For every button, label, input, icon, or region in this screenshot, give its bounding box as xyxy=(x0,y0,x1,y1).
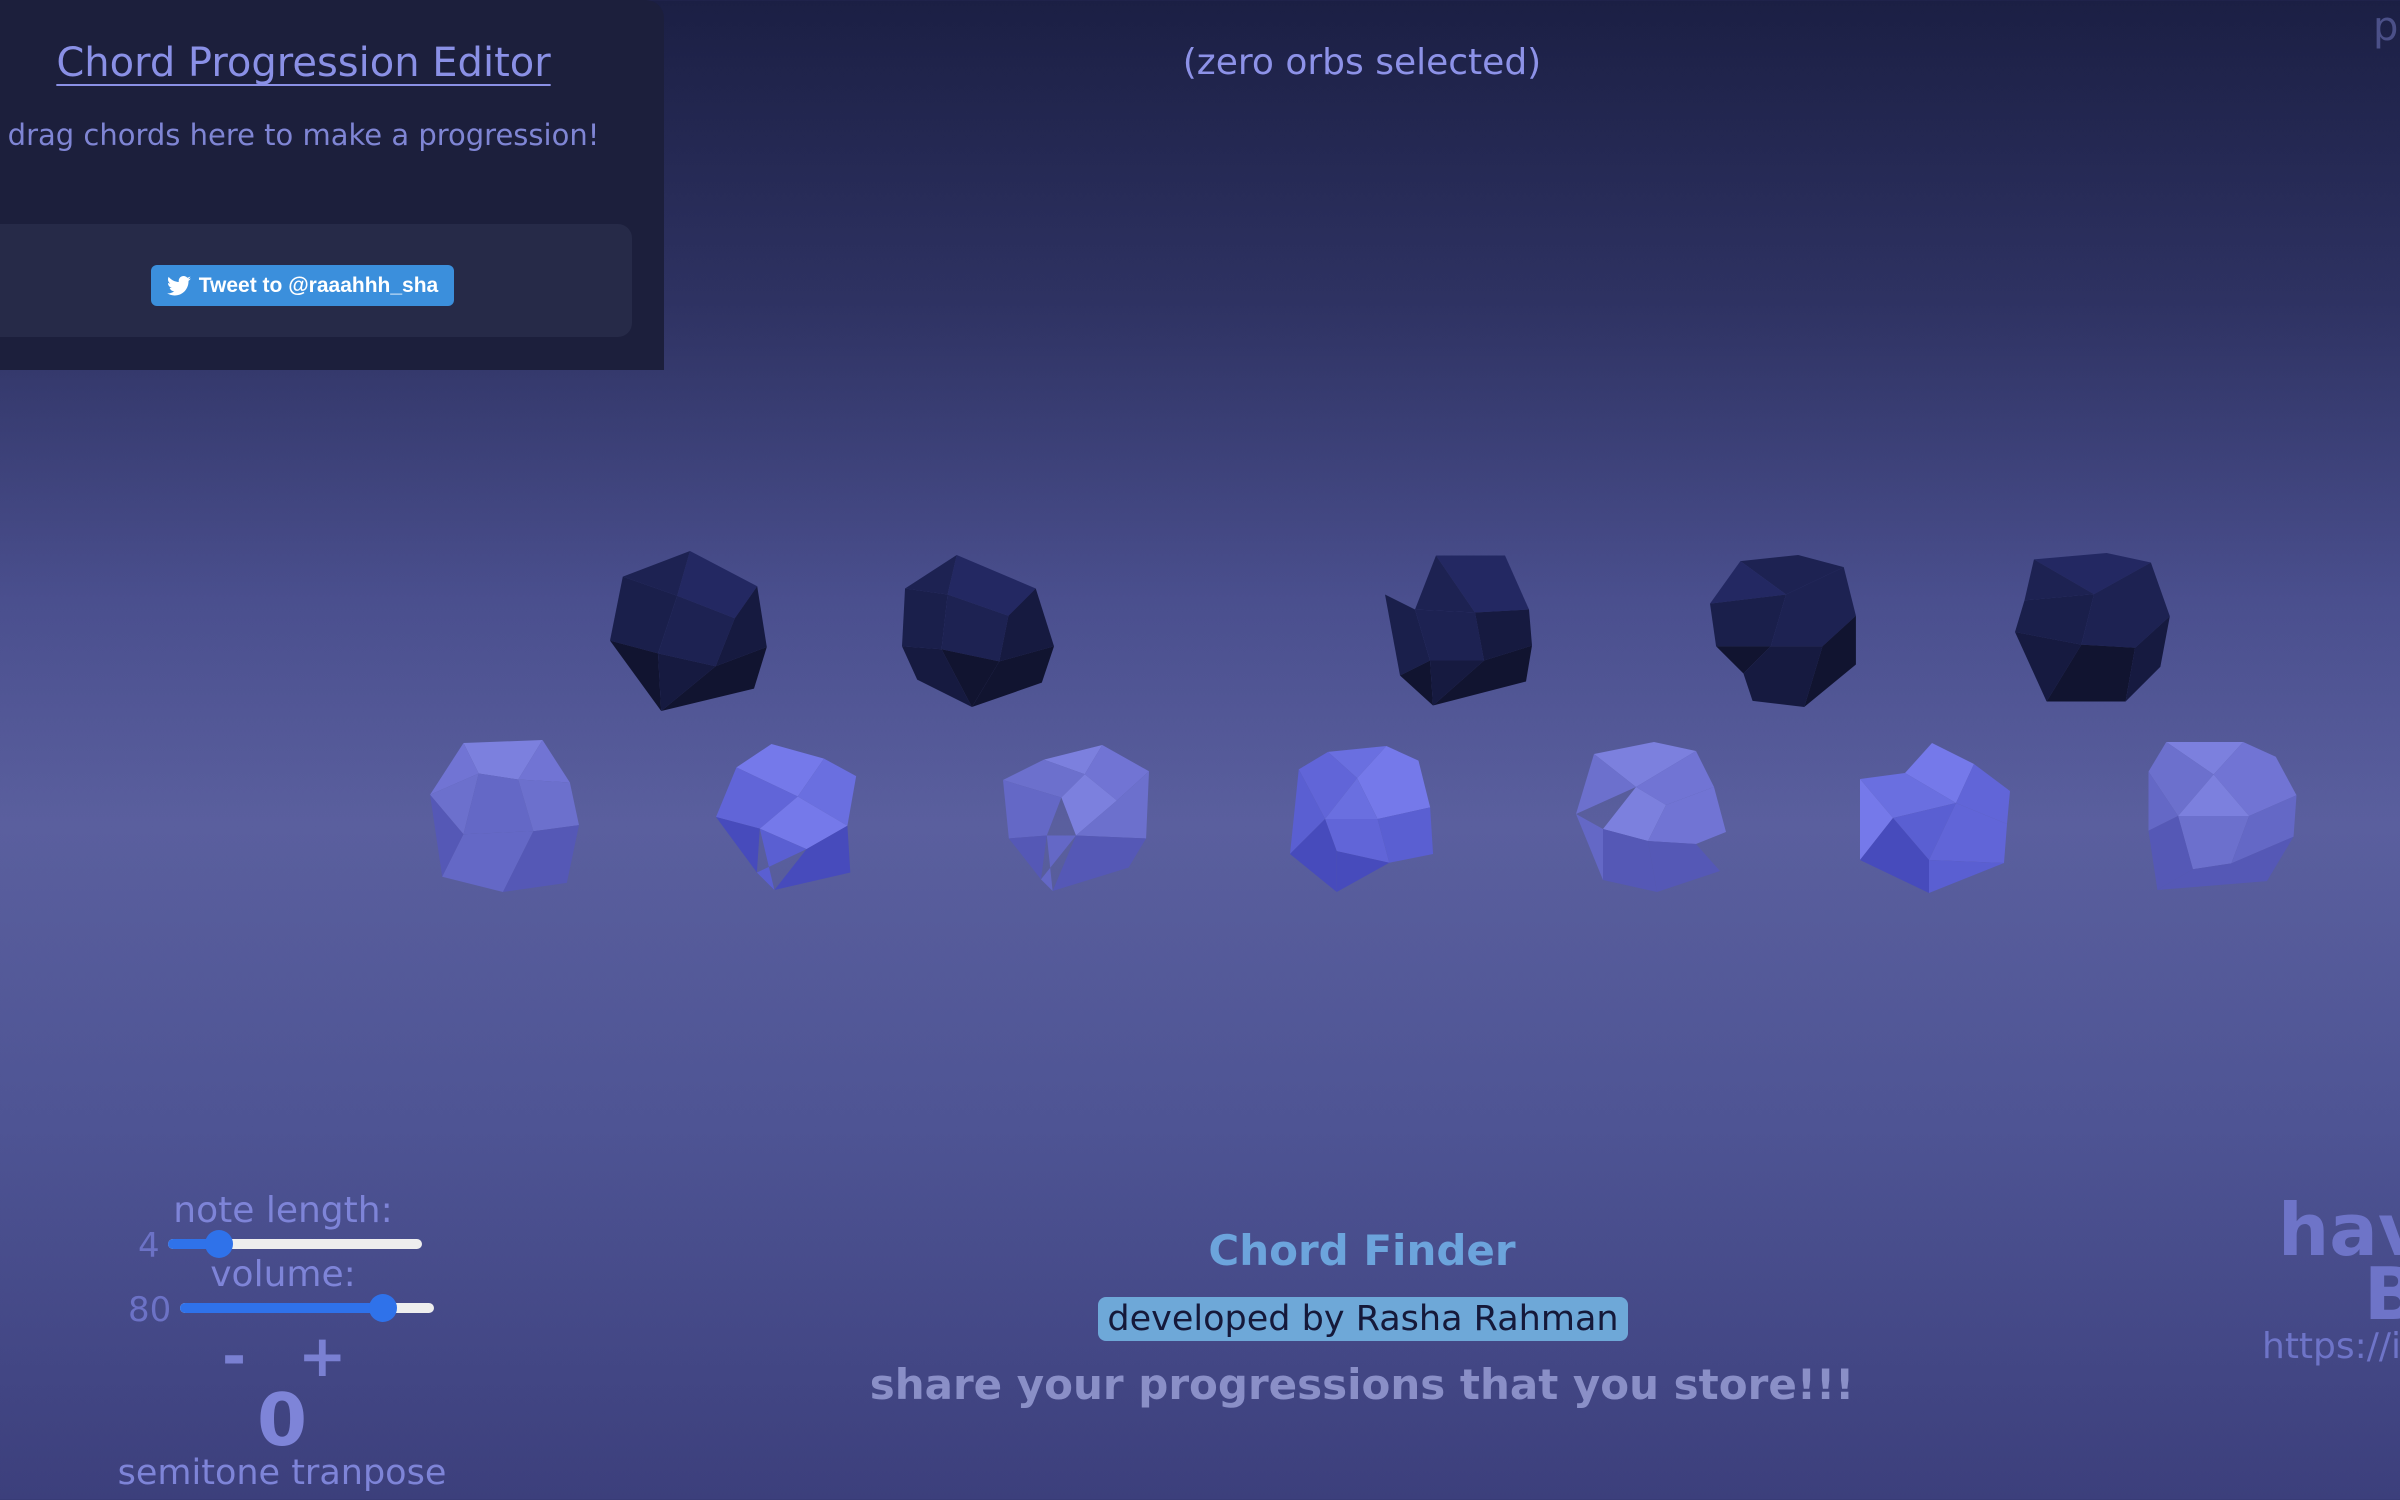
chord-orb[interactable] xyxy=(1576,742,1726,892)
chord-progression-editor-panel[interactable]: Chord Progression Editor drag chords her… xyxy=(0,0,664,370)
chord-orb[interactable] xyxy=(1290,736,1436,902)
note-length-label: note length: xyxy=(173,1190,393,1231)
chord-orb[interactable] xyxy=(716,740,862,894)
right-edge-link[interactable]: https://i xyxy=(2262,1326,2400,1367)
volume-thumb[interactable] xyxy=(369,1294,398,1322)
editor-title[interactable]: Chord Progression Editor xyxy=(0,40,607,86)
chord-orb[interactable] xyxy=(1710,555,1862,707)
volume-label: volume: xyxy=(210,1254,356,1295)
note-length-slider[interactable] xyxy=(168,1230,422,1258)
volume-value: 80 xyxy=(128,1290,172,1330)
right-edge-heading-line2: B xyxy=(2364,1252,2400,1336)
corner-text: p xyxy=(2373,4,2399,50)
chord-orb[interactable] xyxy=(1385,548,1535,713)
chord-orb[interactable] xyxy=(423,740,583,892)
chord-orb[interactable] xyxy=(1860,732,2010,904)
tweet-container: Tweet to @raaahhh_sha xyxy=(0,224,632,337)
developer-credit[interactable]: developed by Rasha Rahman xyxy=(1098,1297,1628,1341)
tweet-button-label: Tweet to @raaahhh_sha xyxy=(198,273,439,297)
chord-orb[interactable] xyxy=(2145,742,2300,890)
volume-slider[interactable] xyxy=(180,1294,434,1322)
chord-orb[interactable] xyxy=(1003,738,1149,898)
chord-orb[interactable] xyxy=(610,545,770,717)
twitter-bird-icon xyxy=(166,275,191,295)
transpose-label: semitone tranpose xyxy=(117,1453,447,1493)
share-message: share your progressions that you store!!… xyxy=(869,1360,1855,1409)
selection-status: (zero orbs selected) xyxy=(1182,42,1542,83)
chord-orb[interactable] xyxy=(902,545,1054,717)
app-title: Chord Finder xyxy=(1208,1226,1516,1275)
volume-fill xyxy=(180,1303,384,1313)
editor-drop-hint: drag chords here to make a progression! xyxy=(7,118,600,152)
chord-orb[interactable] xyxy=(2015,553,2173,711)
tweet-button[interactable]: Tweet to @raaahhh_sha xyxy=(151,265,454,306)
transpose-value: 0 xyxy=(256,1378,308,1462)
